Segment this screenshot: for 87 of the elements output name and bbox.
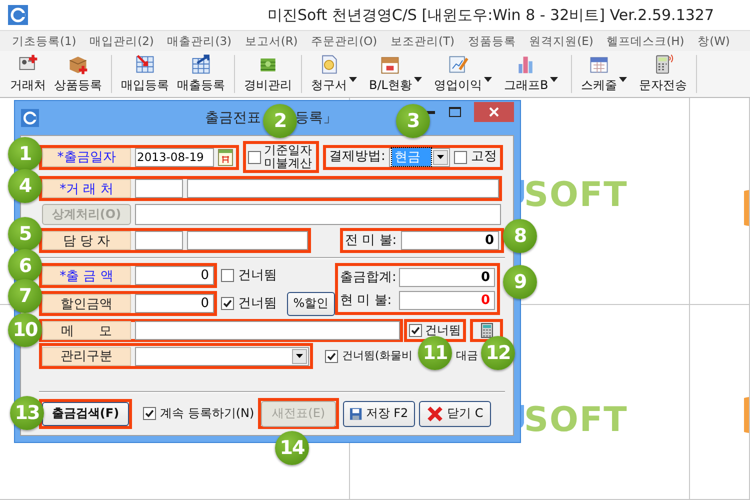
step-badge: 14 bbox=[275, 431, 309, 465]
field-label: *출금일자 bbox=[42, 148, 131, 166]
field-label: *출 금 액 bbox=[42, 266, 131, 285]
input-field[interactable] bbox=[135, 204, 501, 225]
close-icon bbox=[427, 406, 444, 422]
logo-text: SOFT bbox=[524, 175, 628, 215]
dialog-title: 출금전표 bbox=[205, 109, 261, 127]
amount-field[interactable]: 0 bbox=[135, 294, 214, 313]
close-icon bbox=[489, 107, 499, 117]
menu-item[interactable]: 보고서(R) bbox=[244, 34, 298, 48]
checkbox[interactable] bbox=[454, 150, 467, 164]
date-field[interactable]: 2013-08-19 bbox=[135, 148, 214, 166]
caret-icon[interactable] bbox=[437, 155, 444, 159]
menu-item[interactable]: 매입관리(2) bbox=[90, 34, 154, 48]
caret-icon bbox=[550, 77, 558, 82]
toolbar-button[interactable]: 경비관리 bbox=[240, 51, 296, 97]
checkbox-label: 건너뜀 bbox=[425, 324, 461, 337]
memo-field[interactable] bbox=[135, 321, 400, 340]
step-badge: 9 bbox=[503, 265, 537, 299]
menu-item[interactable]: 주문관리(O) bbox=[311, 34, 378, 48]
amount-field[interactable]: 0 bbox=[400, 231, 499, 250]
menu-item[interactable]: 보조관리(T) bbox=[390, 34, 454, 48]
checkbox-label: 고정 bbox=[471, 150, 497, 164]
toolbar-button[interactable]: 그래프B bbox=[500, 51, 566, 97]
caret-icon bbox=[414, 77, 422, 82]
field-label: 관리구분 bbox=[42, 346, 131, 366]
name-field[interactable] bbox=[187, 179, 499, 198]
checkbox[interactable] bbox=[221, 297, 234, 310]
dialog-button[interactable]: 닫기 C bbox=[419, 400, 492, 426]
toolbar-button[interactable]: 상품등록 bbox=[50, 51, 106, 97]
menu-item[interactable]: 매출관리(3) bbox=[167, 34, 232, 48]
checkbox[interactable] bbox=[221, 269, 234, 282]
name-field[interactable] bbox=[187, 231, 308, 250]
amount-field[interactable]: 0 bbox=[399, 291, 495, 310]
dialog-title: 등록」 bbox=[295, 109, 337, 127]
window-title: 미진Soft 천년경영C/S [내윈도우:Win 8 - 32비트] Ver.2.59.1327 bbox=[268, 6, 714, 24]
toolbar-button[interactable]: 스케줄 bbox=[577, 51, 636, 97]
code-field[interactable] bbox=[135, 231, 183, 250]
close-button[interactable] bbox=[474, 102, 514, 122]
toolbar-button[interactable]: 청구서 bbox=[307, 51, 365, 97]
toolbar-button[interactable]: 거래처 bbox=[6, 51, 50, 97]
toolbar-button[interactable]: B/L현황 bbox=[365, 51, 430, 97]
field-label: 현 미 불: bbox=[340, 294, 393, 308]
checkbox-label: 건너뜀(화물비 bbox=[342, 350, 412, 362]
calendar-icon[interactable] bbox=[218, 148, 233, 166]
checkbox[interactable] bbox=[409, 324, 422, 337]
calculator-icon[interactable] bbox=[480, 323, 492, 338]
checkbox-label: 건너뜀 bbox=[238, 268, 277, 282]
caret-icon[interactable] bbox=[296, 354, 303, 358]
caret-icon bbox=[484, 77, 492, 82]
toolbar-button[interactable]: 영업이익 bbox=[430, 51, 500, 97]
menu-item[interactable]: 창(W) bbox=[698, 34, 730, 48]
save-icon bbox=[350, 406, 362, 420]
menu-item[interactable]: 정품등록 bbox=[468, 34, 516, 48]
toolbar-button[interactable]: 매출등록 bbox=[173, 51, 229, 97]
dialog-button[interactable]: 저장 F2 bbox=[343, 400, 416, 426]
checkbox-label: 건너뜀 bbox=[238, 296, 277, 310]
checkbox[interactable] bbox=[325, 350, 338, 362]
field-label: 담 당 자 bbox=[42, 231, 131, 250]
checkbox-label: 대금 bbox=[456, 350, 478, 362]
maximize-icon[interactable] bbox=[449, 107, 461, 117]
amount-field[interactable]: 0 bbox=[135, 266, 214, 285]
code-field[interactable] bbox=[135, 179, 183, 198]
checkbox[interactable] bbox=[248, 150, 261, 164]
percent-discount-button[interactable]: %할인 bbox=[287, 292, 335, 316]
app-icon bbox=[21, 109, 39, 127]
field-label: 전 미 불: bbox=[345, 234, 397, 248]
toolbar-button[interactable]: 매입등록 bbox=[117, 51, 173, 97]
checkbox[interactable] bbox=[143, 407, 156, 420]
logo-text: SOFT bbox=[524, 400, 628, 440]
caret-icon bbox=[349, 77, 357, 82]
step-badge: 8 bbox=[503, 219, 537, 253]
menu-item[interactable]: 헬프데스크(H) bbox=[606, 34, 684, 48]
caret-icon bbox=[619, 77, 628, 82]
field-label: 할인금액 bbox=[42, 294, 131, 313]
checkbox-label: 기준일자 미불계산 bbox=[264, 144, 312, 170]
field-label: 출금합계: bbox=[340, 270, 396, 284]
field-label: 메 모 bbox=[42, 321, 131, 340]
checkbox-label: 계속 등록하기(N) bbox=[160, 407, 254, 420]
menu-item[interactable]: 기초등록(1) bbox=[12, 34, 76, 48]
field-label: *거 래 처 bbox=[42, 179, 131, 198]
search-button[interactable]: 출금검색(F) bbox=[42, 402, 129, 426]
toolbar-button[interactable]: 문자전송 bbox=[635, 51, 692, 97]
field-label: 결제방법: bbox=[329, 150, 386, 164]
menu-item[interactable]: 원격지원(E) bbox=[529, 34, 594, 48]
app-icon bbox=[8, 5, 28, 25]
amount-field[interactable]: 0 bbox=[399, 268, 495, 287]
